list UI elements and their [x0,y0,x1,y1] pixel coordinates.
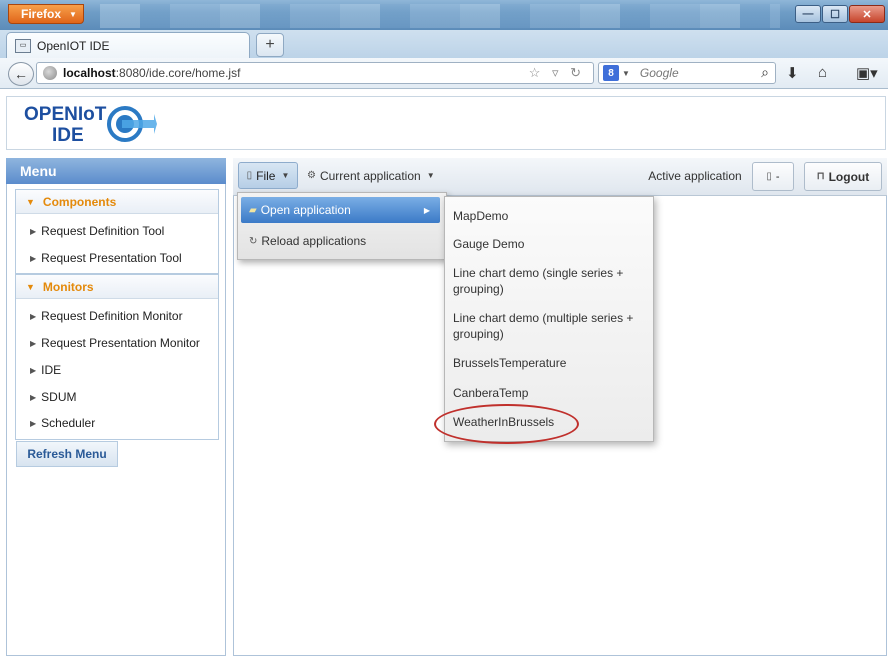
menu-item-label: Request Definition Tool [41,224,165,238]
close-button[interactable]: ✕ [849,5,885,23]
triangle-right-icon: ▶ [30,253,37,263]
refresh-icon: ↻ [249,235,258,247]
triangle-right-icon: ▶ [30,392,37,402]
bookmarks-icon[interactable]: ▣▾ [856,64,878,82]
app-item-brusselstemperature[interactable]: BrusselsTemperature [453,355,643,371]
unlock-icon: ⊓ [816,171,825,182]
arrow-left-icon: ← [14,66,28,82]
triangle-right-icon: ▶ [30,226,37,236]
menu-title: Menu [6,158,226,184]
search-bar[interactable]: 8 ▼ Google ⌕ [598,62,776,84]
logout-label: Logout [828,169,870,184]
active-application-button[interactable]: ▯ - [752,162,794,191]
triangle-right-icon: ▶ [30,311,37,321]
monitors-header[interactable]: ▼ Monitors [16,275,218,299]
menu-item-ide[interactable]: ▶ IDE [30,360,61,380]
search-placeholder: Google [639,66,679,80]
menu-item-request-definition-tool[interactable]: ▶ Request Definition Tool [30,221,164,241]
section-label: Components [42,194,117,209]
globe-icon [43,66,57,80]
plus-icon: + [265,36,275,53]
menu-item-label: Request Presentation Tool [41,251,182,265]
active-application-value: - [775,170,780,183]
url-bar[interactable]: localhost :8080/ide.core/home.jsf ☆ ▿ ↻ [36,62,594,84]
current-application-menu[interactable]: ⚙ Current application ▼ [303,162,443,189]
components-header[interactable]: ▼ Components [16,190,218,214]
reload-applications-label: Reload applications [261,234,367,248]
new-tab-button[interactable]: + [256,33,284,57]
menu-item-label: IDE [41,363,62,377]
page-icon: ▭ [15,38,31,53]
triangle-down-icon: ▼ [26,196,35,207]
url-host: localhost [63,66,116,80]
highlight-ellipse [434,404,579,444]
tab-openiot-ide[interactable]: ▭ OpenIOT IDE [6,32,250,58]
document-icon: ▯ [246,170,253,181]
current-application-label: Current application [319,168,421,183]
url-path: :8080/ide.core/home.jsf [115,66,241,80]
menu-item-label: Scheduler [41,416,96,430]
tab-title: OpenIOT IDE [37,38,110,53]
firefox-menu-label: Firefox [21,7,62,21]
triangle-right-icon: ▶ [30,365,37,375]
gear-icon: ⚙ [307,170,316,181]
logout-button[interactable]: ⊓ Logout [804,162,882,191]
app-item-line-chart-multiple[interactable]: Line chart demo (multiple series + group… [453,310,638,342]
folder-open-icon: ▰ [249,204,257,216]
minimize-button[interactable]: — [795,5,821,23]
document-icon: ▯ [766,171,772,182]
chevron-down-icon: ▼ [426,171,435,180]
navigation-bar: ← localhost :8080/ide.core/home.jsf ☆ ▿ … [0,58,888,89]
window-titlebar [0,0,888,30]
triangle-right-icon: ▶ [30,418,37,428]
menu-item-open-application[interactable]: ▰ Open application ▶ [241,197,440,223]
menu-item-request-definition-monitor[interactable]: ▶ Request Definition Monitor [30,306,183,326]
menu-item-reload-applications[interactable]: ↻ Reload applications [249,231,366,251]
app-item-line-chart-single[interactable]: Line chart demo (single series + groupin… [453,265,638,297]
menu-item-sdum[interactable]: ▶ SDUM [30,387,77,407]
logo-line1: OPENIoT [24,104,107,125]
menu-item-label: SDUM [41,390,77,404]
active-application-label: Active application [648,168,742,183]
download-icon[interactable]: ⬇ [786,64,799,82]
menu-item-request-presentation-tool[interactable]: ▶ Request Presentation Tool [30,248,182,268]
refresh-menu-button[interactable]: Refresh Menu [16,441,118,467]
section-label: Monitors [42,279,94,294]
maximize-button[interactable]: ☐ [822,5,848,23]
google-icon[interactable]: 8 [603,65,619,81]
menu-item-request-presentation-monitor[interactable]: ▶ Request Presentation Monitor [30,333,200,353]
back-button[interactable]: ← [8,62,34,86]
chevron-down-icon: ▼ [69,9,77,19]
logo-line2: IDE [52,125,84,146]
triangle-down-icon: ▼ [26,281,35,292]
triangle-right-icon: ▶ [30,338,37,348]
chevron-down-icon: ▼ [281,171,290,180]
home-icon[interactable]: ⌂ [818,64,827,81]
firefox-menu-button[interactable]: Firefox ▼ [8,4,84,24]
submenu-arrow-icon: ▶ [423,205,430,215]
search-icon[interactable]: ⌕ [761,64,769,81]
file-label: File [256,168,276,183]
file-menu-button[interactable]: ▯ File ▼ [238,162,298,189]
bookmark-star-icon[interactable]: ☆ ▿ ↻ [529,65,585,81]
menu-item-label: Request Presentation Monitor [41,336,200,350]
tab-strip: ▭ OpenIOT IDE + [0,30,888,58]
menu-item-scheduler[interactable]: ▶ Scheduler [30,413,95,433]
app-item-mapdemo[interactable]: MapDemo [453,208,643,224]
app-item-canberatemp[interactable]: CanberaTemp [453,385,643,401]
chevron-down-icon: ▼ [622,68,630,78]
menu-item-label: Request Definition Monitor [41,309,183,323]
open-application-label: Open application [260,203,351,217]
app-item-gauge-demo[interactable]: Gauge Demo [453,236,643,252]
titlebar-background [100,4,780,28]
openiot-ide-logo: OPENIoT IDE [24,104,157,146]
